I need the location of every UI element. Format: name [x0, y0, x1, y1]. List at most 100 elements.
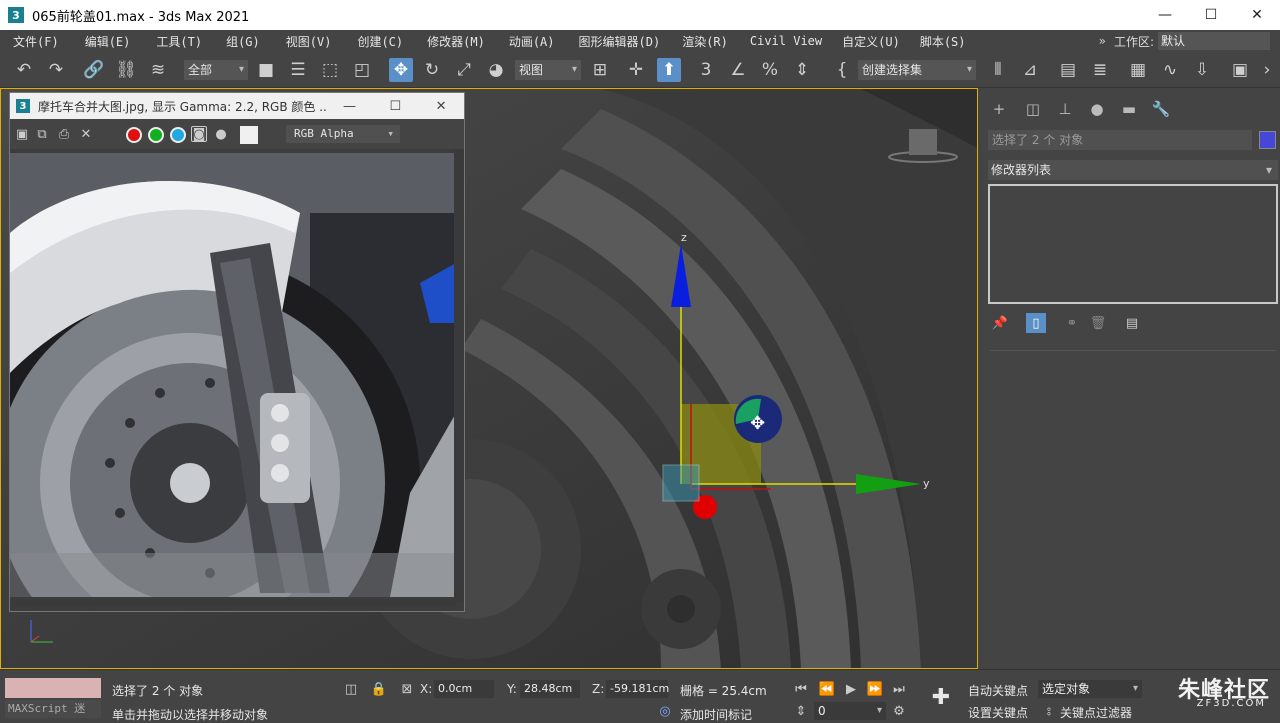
- selection-lock-icon[interactable]: 🔒: [370, 680, 388, 698]
- menu-customize[interactable]: 自定义(U): [835, 33, 907, 50]
- align-icon[interactable]: ⊿: [1018, 58, 1042, 82]
- isolate-selection-icon[interactable]: ◫: [342, 680, 360, 698]
- menu-graph-editors[interactable]: 图形编辑器(D): [572, 33, 668, 50]
- modify-tab-icon[interactable]: ◫: [1022, 98, 1044, 120]
- display-channel-select[interactable]: RGB Alpha: [286, 125, 400, 143]
- material-editor-icon[interactable]: ▣: [1228, 58, 1252, 82]
- selection-filter-select[interactable]: 全部: [184, 60, 248, 80]
- print-image-icon[interactable]: ⎙: [56, 126, 72, 142]
- select-by-name-icon[interactable]: ☰: [286, 58, 310, 82]
- key-mode-select[interactable]: 选定对象: [1038, 680, 1142, 698]
- play-icon[interactable]: ▶: [842, 680, 860, 698]
- redo-icon[interactable]: ↷: [44, 58, 68, 82]
- show-end-result-icon[interactable]: ▯: [1026, 313, 1046, 333]
- auto-key-button[interactable]: 自动关键点: [968, 682, 1028, 699]
- object-color-swatch[interactable]: [1259, 131, 1276, 149]
- green-channel-toggle[interactable]: [148, 127, 164, 143]
- frame-minimize-button[interactable]: —: [327, 99, 373, 114]
- menu-views[interactable]: 视图(V): [279, 33, 339, 50]
- maxscript-mini-listener[interactable]: MAXScript 迷: [5, 700, 101, 718]
- clear-image-icon[interactable]: ✕: [78, 126, 94, 142]
- maxscript-listener-pink[interactable]: [5, 678, 101, 698]
- configure-sets-icon[interactable]: ▤: [1122, 313, 1142, 333]
- blue-channel-toggle[interactable]: [170, 127, 186, 143]
- display-tab-icon[interactable]: ▬: [1118, 98, 1140, 120]
- scene-explorer-icon[interactable]: ▤: [1056, 58, 1080, 82]
- swatch-icon[interactable]: [240, 126, 258, 144]
- curve-editor-icon[interactable]: ∿: [1158, 58, 1182, 82]
- angle-snap-icon[interactable]: ∠: [726, 58, 750, 82]
- pivot-center-icon[interactable]: ⊞: [588, 58, 612, 82]
- alpha-channel-icon[interactable]: ◙: [191, 126, 207, 142]
- menu-create[interactable]: 创建(C): [350, 33, 410, 50]
- key-filters-icon[interactable]: ⦂: [1040, 702, 1058, 720]
- menu-civil-view[interactable]: Civil View: [743, 34, 829, 48]
- close-button[interactable]: ✕: [1234, 0, 1280, 30]
- layer-explorer-icon[interactable]: ≣: [1088, 58, 1112, 82]
- menu-modifiers[interactable]: 修改器(M): [420, 33, 492, 50]
- snaps-toggle-icon[interactable]: 3: [694, 58, 718, 82]
- selection-name-field[interactable]: 选择了 2 个 对象: [988, 130, 1252, 150]
- bind-space-warp-icon[interactable]: ≋: [146, 58, 170, 82]
- set-key-button[interactable]: 设置关键点: [968, 704, 1028, 721]
- keyboard-shortcut-override-icon[interactable]: ⬆: [657, 58, 681, 82]
- menu-tools[interactable]: 工具(T): [149, 33, 209, 50]
- named-selection-sets-select[interactable]: 创建选择集: [858, 60, 976, 80]
- rendered-frame-window[interactable]: 3 摩托车合并大图.jpg, 显示 Gamma: 2.2, RGB 颜色 ...…: [9, 92, 465, 612]
- add-time-tag[interactable]: 添加时间标记: [680, 706, 752, 723]
- set-key-big-icon[interactable]: ✚: [928, 684, 954, 710]
- rect-selection-icon[interactable]: ⬚: [318, 58, 342, 82]
- menu-scripting[interactable]: 脚本(S): [913, 33, 973, 50]
- goto-end-icon[interactable]: ⏭: [890, 680, 908, 698]
- unlink-icon[interactable]: ⛓: [114, 58, 138, 82]
- time-config-icon[interactable]: ⚙: [890, 702, 908, 720]
- expand-menu-icon[interactable]: »: [1099, 34, 1106, 48]
- z-coordinate-field[interactable]: -59.181cm: [606, 680, 669, 698]
- spinner-snap-icon[interactable]: ⇕: [790, 58, 814, 82]
- current-frame-field[interactable]: 0: [814, 702, 886, 720]
- modifier-stack[interactable]: [988, 184, 1278, 304]
- make-unique-icon[interactable]: ⚭: [1062, 313, 1082, 333]
- undo-icon[interactable]: ↶: [12, 58, 36, 82]
- goto-start-icon[interactable]: ⏮: [792, 680, 810, 698]
- frame-maximize-button[interactable]: ☐: [372, 99, 418, 114]
- pin-stack-icon[interactable]: 📌: [990, 313, 1010, 333]
- render-setup-icon[interactable]: ›: [1258, 58, 1276, 82]
- select-and-scale-icon[interactable]: ⤢: [452, 58, 476, 82]
- save-image-icon[interactable]: ▣: [14, 126, 30, 142]
- copy-image-icon[interactable]: ⧉: [34, 126, 50, 142]
- percent-snap-icon[interactable]: %: [758, 58, 782, 82]
- menu-rendering[interactable]: 渲染(R): [675, 33, 735, 50]
- frame-vertical-scrollbar[interactable]: [454, 149, 464, 601]
- toggle-ribbon-icon[interactable]: ▦: [1126, 58, 1150, 82]
- minimize-button[interactable]: —: [1142, 0, 1188, 30]
- next-frame-icon[interactable]: ⏩: [866, 680, 884, 698]
- create-tab-icon[interactable]: +: [988, 98, 1010, 120]
- select-manipulate-icon[interactable]: ✛: [624, 58, 648, 82]
- previous-frame-icon[interactable]: ⏪: [818, 680, 836, 698]
- time-tag-icon[interactable]: ◎: [656, 702, 674, 720]
- key-filters-button[interactable]: 关键点过滤器: [1060, 704, 1132, 721]
- maximize-button[interactable]: ☐: [1188, 0, 1234, 30]
- reference-coord-select[interactable]: 视图: [515, 60, 581, 80]
- modifier-list-select[interactable]: 修改器列表: [988, 160, 1278, 180]
- select-and-rotate-icon[interactable]: ↻: [420, 58, 444, 82]
- menu-edit[interactable]: 编辑(E): [78, 33, 138, 50]
- schematic-view-icon[interactable]: ⇩: [1190, 58, 1214, 82]
- menu-group[interactable]: 组(G): [219, 33, 267, 50]
- x-coordinate-field[interactable]: 0.0cm: [434, 680, 494, 698]
- select-and-move-icon[interactable]: ✥: [389, 58, 413, 82]
- edit-named-selection-icon[interactable]: {: [830, 58, 854, 82]
- y-coordinate-field[interactable]: 28.48cm: [520, 680, 580, 698]
- absolute-mode-icon[interactable]: ⊠: [398, 680, 416, 698]
- menu-animation[interactable]: 动画(A): [502, 33, 562, 50]
- hierarchy-tab-icon[interactable]: ⊥: [1054, 98, 1076, 120]
- key-mode-toggle-icon[interactable]: ⇕: [792, 702, 810, 720]
- mirror-icon[interactable]: ⫴: [986, 58, 1010, 82]
- link-icon[interactable]: 🔗: [82, 58, 106, 82]
- menu-file[interactable]: 文件(F): [6, 33, 66, 50]
- motion-tab-icon[interactable]: ●: [1086, 98, 1108, 120]
- select-object-icon[interactable]: ■: [254, 58, 278, 82]
- select-and-place-icon[interactable]: ◕: [484, 58, 508, 82]
- utilities-tab-icon[interactable]: 🔧: [1150, 98, 1172, 120]
